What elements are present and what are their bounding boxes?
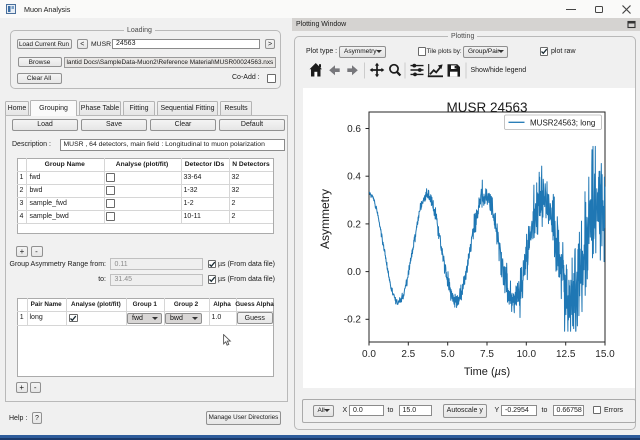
svg-text:0.2: 0.2 (347, 219, 361, 230)
svg-text:10.0: 10.0 (516, 349, 536, 360)
svg-text:0.0: 0.0 (347, 267, 361, 278)
svg-text:MUSR 24563: MUSR 24563 (446, 100, 527, 115)
svg-text:5.0: 5.0 (440, 349, 454, 360)
svg-text:Asymmetry: Asymmetry (318, 189, 332, 249)
svg-text:0.0: 0.0 (362, 349, 376, 360)
svg-text:-0.2: -0.2 (343, 315, 361, 326)
svg-text:0.4: 0.4 (347, 172, 361, 183)
svg-text:2.5: 2.5 (401, 349, 415, 360)
svg-text:7.5: 7.5 (480, 349, 494, 360)
svg-text:MUSR24563; long: MUSR24563; long (530, 118, 595, 127)
svg-text:Time (µs): Time (µs) (463, 366, 509, 378)
svg-text:12.5: 12.5 (555, 349, 575, 360)
svg-text:0.6: 0.6 (347, 124, 361, 135)
svg-text:15.0: 15.0 (595, 349, 615, 360)
